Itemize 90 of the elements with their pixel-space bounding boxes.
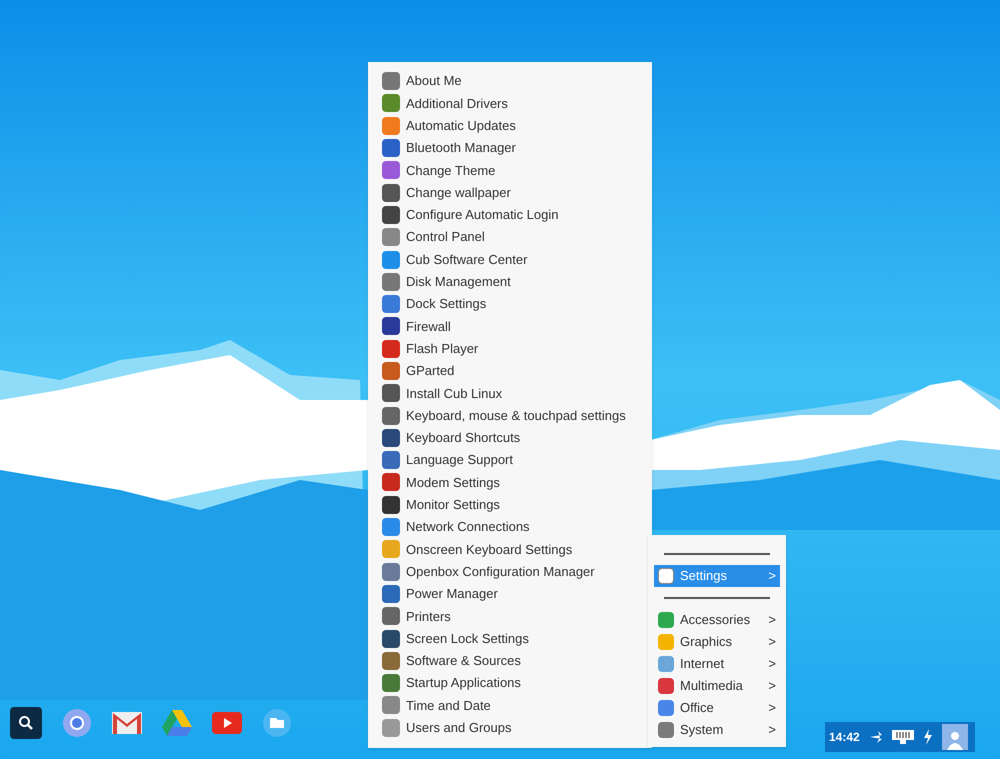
video-play-icon[interactable] bbox=[212, 712, 242, 734]
category-icon bbox=[658, 678, 674, 694]
menu-item[interactable]: Automatic Updates bbox=[382, 114, 638, 137]
browser-icon[interactable] bbox=[62, 708, 92, 738]
app-icon bbox=[382, 428, 400, 447]
app-icon bbox=[382, 72, 400, 90]
app-icon bbox=[382, 562, 400, 581]
menu-item[interactable]: Bluetooth Manager bbox=[382, 136, 638, 160]
category-icon bbox=[658, 656, 674, 672]
menu-item[interactable]: Users and Groups bbox=[382, 716, 638, 739]
menu-item[interactable]: Language Support bbox=[382, 449, 638, 472]
menu-item[interactable]: Additional Drivers bbox=[382, 92, 638, 115]
menu-item[interactable]: Flash Player bbox=[382, 338, 638, 360]
drive-icon[interactable] bbox=[162, 710, 192, 736]
menu-item[interactable]: Change Theme bbox=[382, 159, 638, 182]
menu-item[interactable]: Keyboard, mouse & touchpad settings bbox=[382, 404, 638, 427]
category-icon bbox=[658, 568, 674, 584]
menu-item[interactable]: Configure Automatic Login bbox=[382, 204, 638, 226]
chevron-icon: > bbox=[768, 566, 776, 586]
app-icon bbox=[382, 340, 400, 358]
network-icon[interactable] bbox=[892, 730, 914, 744]
chevron-icon: > bbox=[768, 720, 776, 740]
menu-item[interactable]: Onscreen Keyboard Settings bbox=[382, 538, 638, 561]
menu-item[interactable]: Keyboard Shortcuts bbox=[382, 426, 638, 450]
folder-icon[interactable] bbox=[262, 708, 292, 738]
app-icon bbox=[382, 451, 400, 470]
chevron-icon: > bbox=[768, 676, 776, 696]
app-icon bbox=[382, 473, 400, 492]
app-icon bbox=[382, 116, 400, 135]
app-icon bbox=[382, 630, 400, 648]
chevron-icon: > bbox=[768, 654, 776, 674]
search-icon bbox=[18, 715, 34, 731]
app-icon bbox=[382, 94, 400, 112]
app-icon bbox=[382, 696, 400, 714]
menu-item[interactable]: Internet > bbox=[654, 653, 780, 675]
category-icon bbox=[658, 722, 674, 738]
app-icon bbox=[382, 184, 400, 202]
app-icon bbox=[382, 295, 400, 314]
menu-item[interactable]: Change wallpaper bbox=[382, 181, 638, 204]
app-icon bbox=[382, 384, 400, 402]
category-icon bbox=[658, 612, 674, 628]
clock[interactable]: 14:42 bbox=[829, 728, 860, 746]
mail-icon[interactable] bbox=[112, 712, 142, 734]
menu-item[interactable]: GParted bbox=[382, 360, 638, 382]
menu-item[interactable]: Accessories > bbox=[654, 609, 780, 631]
chevron-icon: > bbox=[768, 698, 776, 718]
app-icon bbox=[382, 584, 400, 603]
menu-item[interactable]: Printers bbox=[382, 605, 638, 628]
search-button[interactable] bbox=[10, 707, 42, 739]
app-icon bbox=[382, 518, 400, 536]
power-icon[interactable] bbox=[922, 729, 934, 745]
category-icon bbox=[658, 634, 674, 650]
app-icon bbox=[382, 317, 400, 336]
menu-item[interactable]: Cub Software Center bbox=[382, 248, 638, 271]
app-icon bbox=[382, 139, 400, 158]
app-icon bbox=[382, 250, 400, 269]
menu-item[interactable]: Multimedia > bbox=[654, 675, 780, 697]
app-icon bbox=[382, 718, 400, 737]
menu-item[interactable]: Startup Applications bbox=[382, 672, 638, 694]
menu-item[interactable]: Office > bbox=[654, 697, 780, 719]
app-icon bbox=[382, 228, 400, 246]
menu-item[interactable]: Monitor Settings bbox=[382, 494, 638, 516]
menu-item[interactable]: Disk Management bbox=[382, 270, 638, 293]
app-icon bbox=[382, 607, 400, 626]
chevron-icon: > bbox=[768, 632, 776, 652]
menu-item[interactable]: System > bbox=[654, 719, 780, 741]
app-icon bbox=[382, 206, 400, 224]
menu-item[interactable]: Modem Settings bbox=[382, 471, 638, 494]
category-icon bbox=[658, 700, 674, 716]
app-icon bbox=[382, 674, 400, 692]
menu-item[interactable]: Time and Date bbox=[382, 694, 638, 717]
app-icon bbox=[382, 540, 400, 558]
menu-item[interactable]: Openbox Configuration Manager bbox=[382, 560, 638, 583]
menu-item[interactable]: Install Cub Linux bbox=[382, 382, 638, 404]
app-icon bbox=[382, 161, 400, 180]
menu-item[interactable]: About Me bbox=[382, 70, 638, 92]
menu-item[interactable]: Graphics > bbox=[654, 631, 780, 653]
menu-item[interactable]: Control Panel bbox=[382, 226, 638, 248]
menu-item[interactable]: Firewall bbox=[382, 315, 638, 338]
menu-item[interactable]: Network Connections bbox=[382, 516, 638, 538]
menu-item[interactable]: Software & Sources bbox=[382, 650, 638, 672]
app-icon bbox=[382, 652, 400, 670]
app-icon bbox=[382, 362, 400, 380]
app-icon bbox=[382, 406, 400, 425]
chevron-icon: > bbox=[768, 610, 776, 630]
menu-item[interactable]: Power Manager bbox=[382, 582, 638, 606]
menu-item[interactable]: Dock Settings bbox=[382, 292, 638, 316]
app-icon bbox=[382, 272, 400, 291]
menu-item[interactable]: Screen Lock Settings bbox=[382, 627, 638, 650]
app-icon bbox=[382, 496, 400, 514]
